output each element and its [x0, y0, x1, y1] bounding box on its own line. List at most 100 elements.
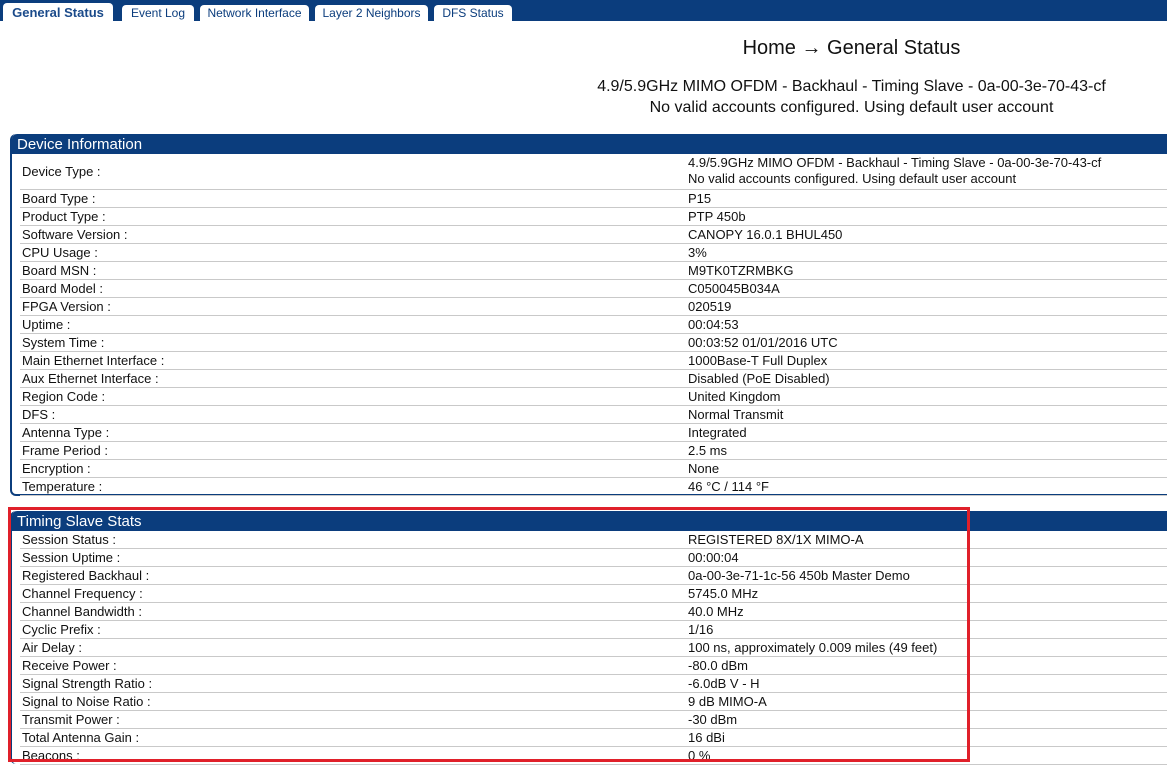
table-row: Channel Bandwidth : 40.0 MHz: [20, 603, 1167, 621]
table-row: Signal Strength Ratio : -6.0dB V - H: [20, 675, 1167, 693]
row-label: Board Model :: [22, 281, 103, 296]
table-row: Board MSN : M9TK0TZRMBKG: [20, 262, 1167, 280]
row-label: Air Delay :: [22, 640, 82, 655]
row-value: CANOPY 16.0.1 BHUL450: [688, 227, 843, 242]
tab-event-log[interactable]: Event Log: [121, 4, 195, 21]
row-label: Total Antenna Gain :: [22, 730, 140, 745]
row-value: 3%: [688, 245, 707, 260]
row-label: Antenna Type :: [22, 425, 110, 440]
row-value: 00:00:04: [688, 550, 739, 565]
table-row: Aux Ethernet Interface : Disabled (PoE Di…: [20, 370, 1167, 388]
row-value: 2.5 ms: [688, 443, 728, 458]
row-value: C050045B034A: [688, 281, 780, 296]
table-row: Uptime : 00:04:53: [20, 316, 1167, 334]
row-value: Normal Transmit: [688, 407, 784, 422]
row-label: System Time :: [22, 335, 105, 350]
table-row: FPGA Version : 020519: [20, 298, 1167, 316]
table-row: Receive Power : -80.0 dBm: [20, 657, 1167, 675]
row-label: FPGA Version :: [22, 299, 111, 314]
row-value: REGISTERED 8X/1X MIMO-A: [688, 532, 864, 547]
page-title: Home → General Status: [742, 37, 961, 59]
device-type-line1: 4.9/5.9GHz MIMO OFDM - Backhaul - Timing…: [688, 155, 1102, 170]
row-value: -30 dBm: [688, 712, 738, 727]
row-label: Software Version :: [22, 227, 128, 242]
row-label: Aux Ethernet Interface :: [22, 371, 159, 386]
row-value: 46 °C / 114 °F: [688, 479, 769, 494]
row-value: 100 ns, approximately 0.009 miles (49 fe…: [688, 640, 938, 655]
tab-bar: General Status Event Log Network Interfa…: [0, 0, 1167, 21]
row-label: CPU Usage :: [22, 245, 98, 260]
row-label: Channel Bandwidth :: [22, 604, 142, 619]
table-row: Antenna Type : Integrated: [20, 424, 1167, 442]
timing-slave-stats-panel: Timing Slave Stats Session Status : REGIS…: [10, 511, 1167, 765]
table-row: Encryption : None: [20, 460, 1167, 478]
row-value: 1/16: [688, 622, 714, 637]
row-label: Channel Frequency :: [22, 586, 143, 601]
row-label: Session Status :: [22, 532, 116, 547]
table-row: Frame Period : 2.5 ms: [20, 442, 1167, 460]
row-label: Beacons :: [22, 748, 80, 763]
row-value: 00:04:53: [688, 317, 739, 332]
row-value: P15: [688, 191, 712, 206]
row-value: 9 dB MIMO-A: [688, 694, 767, 709]
row-value: 00:03:52 01/01/2016 UTC: [688, 335, 838, 350]
row-value: 0 %: [688, 748, 711, 763]
device-information-title: Device Information: [12, 134, 1167, 154]
row-label: Product Type :: [22, 209, 106, 224]
row-value: PTP 450b: [688, 209, 746, 224]
device-type-line2: No valid accounts configured. Using defa…: [688, 171, 1017, 186]
table-row: Software Version : CANOPY 16.0.1 BHUL450: [20, 226, 1167, 244]
row-value: 4.9/5.9GHz MIMO OFDM - Backhaul - Timing…: [688, 155, 1101, 187]
table-row: Air Delay : 100 ns, approximately 0.009 m…: [20, 639, 1167, 657]
table-row: Product Type : PTP 450b: [20, 208, 1167, 226]
row-label: Board MSN :: [22, 263, 97, 278]
table-row: Board Type : P15: [20, 190, 1167, 208]
row-label: Device Type :: [22, 164, 101, 179]
row-value: M9TK0TZRMBKG: [688, 263, 794, 278]
table-row: System Time : 00:03:52 01/01/2016 UTC: [20, 334, 1167, 352]
table-row: Region Code : United Kingdom: [20, 388, 1167, 406]
row-label: Main Ethernet Interface :: [22, 353, 165, 368]
table-row: Registered Backhaul : 0a-00-3e-71-1c-56 4…: [20, 567, 1167, 585]
row-label: Receive Power :: [22, 658, 117, 673]
row-label: Frame Period :: [22, 443, 108, 458]
tab-general-status[interactable]: General Status: [2, 2, 114, 21]
table-row: CPU Usage : 3%: [20, 244, 1167, 262]
table-row: Session Uptime : 00:00:04: [20, 549, 1167, 567]
tab-layer2-neighbors[interactable]: Layer 2 Neighbors: [314, 4, 429, 21]
table-row: Beacons : 0 %: [20, 747, 1167, 765]
row-label: Board Type :: [22, 191, 96, 206]
table-row: Total Antenna Gain : 16 dBi: [20, 729, 1167, 747]
row-value: 0a-00-3e-71-1c-56 450b Master Demo: [688, 568, 910, 583]
row-label: Registered Backhaul :: [22, 568, 150, 583]
tab-network-interface[interactable]: Network Interface: [199, 4, 310, 21]
row-label: Temperature :: [22, 479, 103, 494]
row-value: -80.0 dBm: [688, 658, 748, 673]
row-value: 40.0 MHz: [688, 604, 744, 619]
table-row: Session Status : REGISTERED 8X/1X MIMO-A: [20, 531, 1167, 549]
row-label: Encryption :: [22, 461, 91, 476]
table-row: Transmit Power : -30 dBm: [20, 711, 1167, 729]
table-row: Cyclic Prefix : 1/16: [20, 621, 1167, 639]
row-value: Disabled (PoE Disabled): [688, 371, 830, 386]
table-row: Signal to Noise Ratio : 9 dB MIMO-A: [20, 693, 1167, 711]
row-value: None: [688, 461, 720, 476]
row-label: DFS :: [22, 407, 56, 422]
tab-dfs-status[interactable]: DFS Status: [433, 4, 513, 21]
row-label: Uptime :: [22, 317, 71, 332]
row-label: Signal to Noise Ratio :: [22, 694, 151, 709]
row-value: 020519: [688, 299, 732, 314]
row-label: Transmit Power :: [22, 712, 120, 727]
row-value: 16 dBi: [688, 730, 725, 745]
account-notice: No valid accounts configured. Using defa…: [649, 99, 1054, 116]
row-label: Session Uptime :: [22, 550, 121, 565]
table-row: DFS : Normal Transmit: [20, 406, 1167, 424]
row-value: 5745.0 MHz: [688, 586, 759, 601]
device-type-row: Device Type : 4.9/5.9GHz MIMO OFDM - Bac…: [20, 154, 1167, 190]
device-information-panel: Device Information Device Type : 4.9/5.9…: [10, 134, 1167, 496]
table-row: Board Model : C050045B034A: [20, 280, 1167, 298]
table-row: Main Ethernet Interface : 1000Base-T Full…: [20, 352, 1167, 370]
row-label: Cyclic Prefix :: [22, 622, 101, 637]
row-value: 1000Base-T Full Duplex: [688, 353, 828, 368]
row-label: Signal Strength Ratio :: [22, 676, 153, 691]
